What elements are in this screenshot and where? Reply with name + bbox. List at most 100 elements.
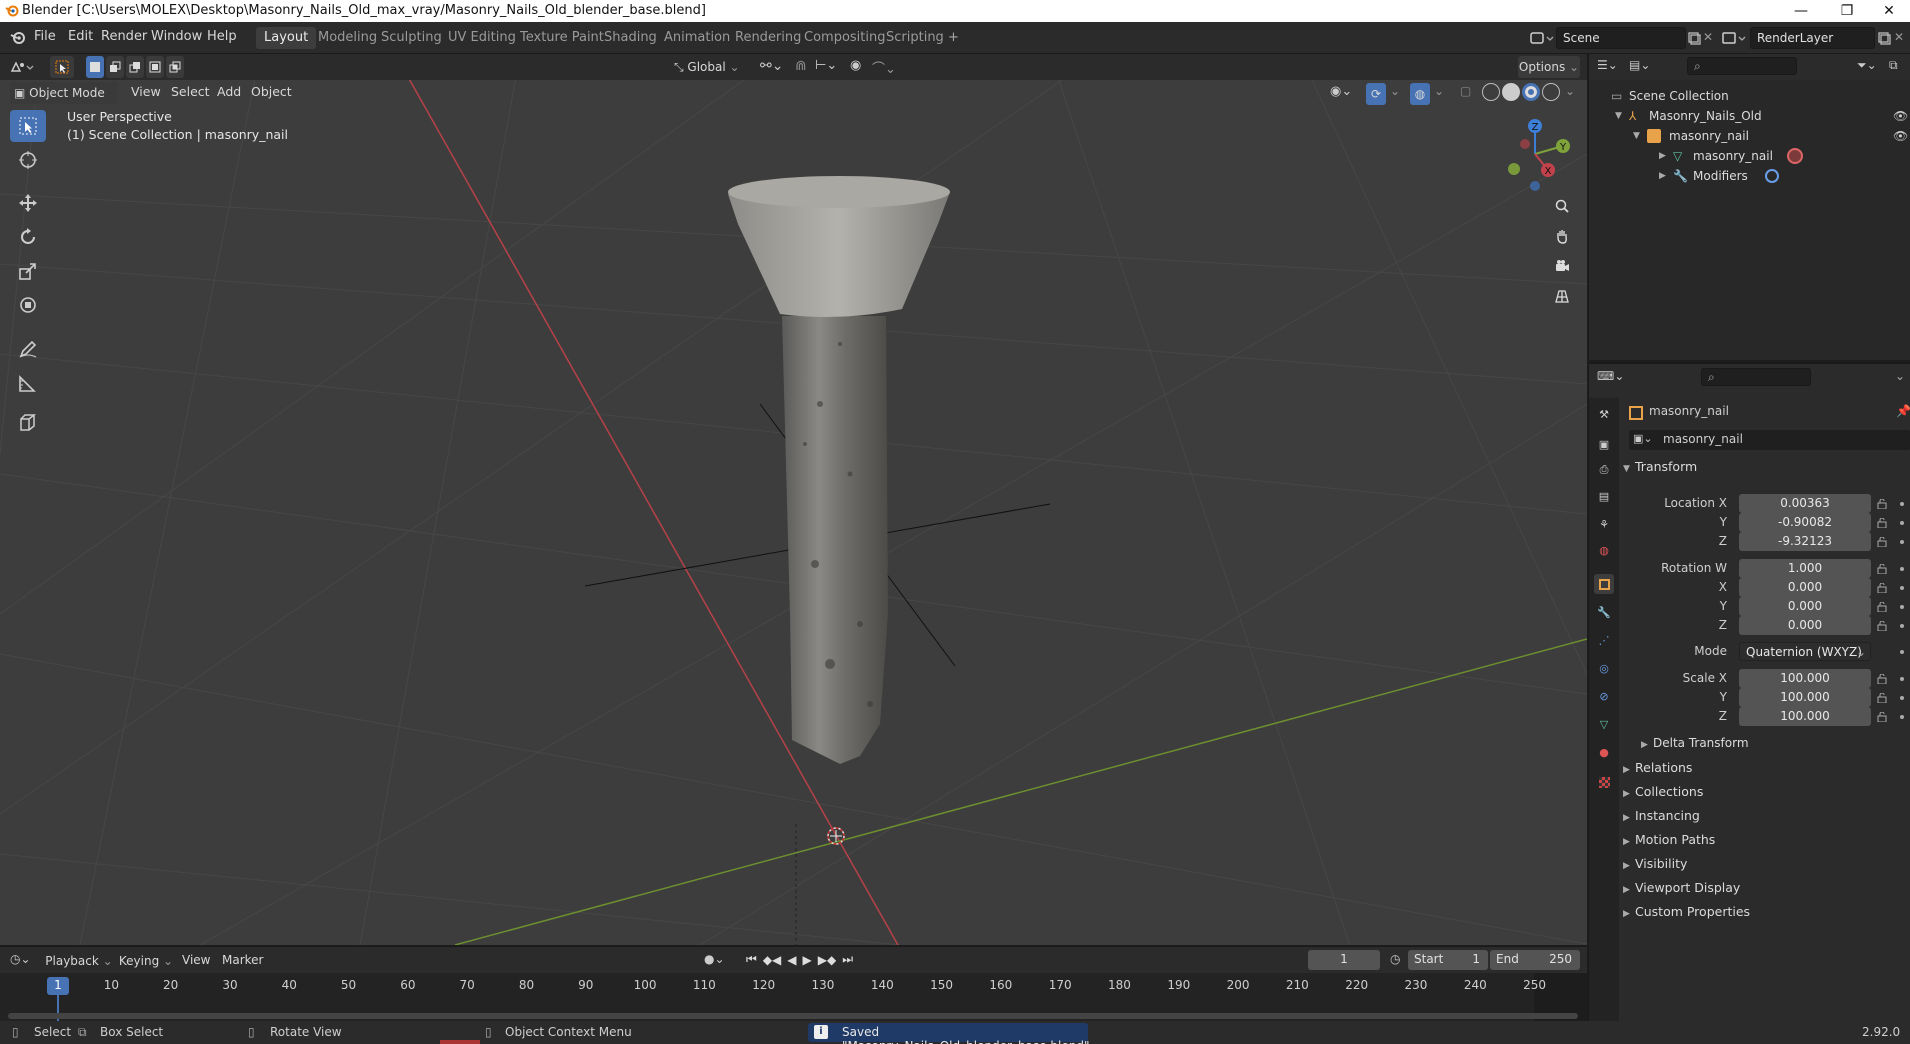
tab-shading[interactable]: Shading: [596, 27, 665, 49]
current-frame-field[interactable]: 1: [1308, 950, 1380, 970]
tab-particles[interactable]: ⋰: [1594, 630, 1614, 650]
record-icon[interactable]: ●⌄: [704, 952, 725, 966]
lock-icon[interactable]: [1877, 517, 1887, 529]
delta-transform-section[interactable]: ▶ Delta Transform: [1641, 736, 1749, 750]
viewlayer-name-field[interactable]: RenderLayer: [1750, 27, 1875, 49]
close-button[interactable]: ✕: [1866, 0, 1910, 22]
collections-section[interactable]: ▶ Collections: [1623, 784, 1703, 799]
delete-scene-icon[interactable]: ✕: [1703, 30, 1713, 44]
timeline-view-menu[interactable]: View: [182, 953, 210, 971]
rotate-tool[interactable]: [10, 221, 46, 253]
select-tool-mode-button[interactable]: [50, 56, 74, 78]
cursor-tool[interactable]: [10, 144, 46, 176]
subtract-selection-button[interactable]: [126, 56, 144, 78]
select-box-tool[interactable]: [10, 110, 46, 142]
editor-type-icon[interactable]: [10, 59, 36, 75]
outliner-editor-type-icon[interactable]: ☰⌄: [1597, 58, 1618, 72]
expand-arrow-icon[interactable]: ▼: [1615, 106, 1622, 126]
restore-button[interactable]: ❐: [1824, 0, 1870, 22]
transform-tool[interactable]: [10, 289, 46, 321]
zoom-view-button[interactable]: [1548, 192, 1576, 220]
new-scene-icon[interactable]: [1687, 31, 1701, 45]
chevron-down-icon[interactable]: ⌄: [1895, 369, 1905, 383]
expand-arrow-icon[interactable]: ▼: [1633, 126, 1640, 146]
menu-view[interactable]: View: [131, 84, 161, 99]
object-name-field[interactable]: ▣⌄ masonry_nail: [1629, 430, 1910, 450]
eye-icon[interactable]: 👁: [1893, 106, 1908, 126]
keyframe-dot[interactable]: [1900, 696, 1904, 700]
menu-file[interactable]: File: [34, 29, 56, 44]
clock-icon[interactable]: ◷: [1390, 952, 1400, 966]
eye-icon[interactable]: 👁: [1893, 126, 1908, 146]
add-workspace-button[interactable]: +: [940, 27, 967, 49]
show-gizmo-button[interactable]: ⟳: [1366, 83, 1386, 105]
annotate-tool[interactable]: [10, 333, 46, 365]
outliner-row-modifiers[interactable]: ▶ 🔧 Modifiers: [1589, 166, 1910, 186]
timeline-marker-menu[interactable]: Marker: [222, 953, 263, 971]
lock-icon[interactable]: [1877, 673, 1887, 685]
filter-icon[interactable]: ⏷⌄: [1857, 58, 1877, 73]
rotation-y-field[interactable]: 0.000: [1739, 597, 1871, 616]
object-browse-icon[interactable]: ▣⌄: [1633, 432, 1653, 445]
properties-search-input[interactable]: ⌕: [1701, 368, 1811, 386]
lock-icon[interactable]: [1877, 620, 1887, 632]
solid-shading-icon[interactable]: [1502, 83, 1520, 101]
masonry-nail-mesh[interactable]: [720, 144, 960, 764]
chevron-down-icon[interactable]: ⌄: [1434, 84, 1444, 98]
outliner-row-mesh[interactable]: ▶ ▽ masonry_nail: [1589, 146, 1910, 166]
tab-animation[interactable]: Animation: [656, 27, 738, 49]
keyframe-dot[interactable]: [1900, 586, 1904, 590]
tab-modifiers[interactable]: 🔧: [1594, 602, 1614, 622]
menu-window[interactable]: Window: [151, 29, 202, 44]
tab-sculpting[interactable]: Sculpting: [373, 27, 450, 49]
motion-paths-section[interactable]: ▶ Motion Paths: [1623, 832, 1715, 847]
timeline-scrollbar[interactable]: [8, 1013, 1578, 1019]
location-x-field[interactable]: 0.00363: [1739, 494, 1871, 513]
object-origin-cursor[interactable]: [824, 824, 848, 848]
lock-icon[interactable]: [1877, 601, 1887, 613]
tab-view-layer[interactable]: ▤: [1594, 486, 1614, 506]
start-frame-field[interactable]: Start 1: [1408, 950, 1488, 970]
chevron-down-icon[interactable]: ⌄: [1565, 84, 1575, 98]
proportional-edit-icon[interactable]: ◉: [850, 58, 861, 73]
display-mode-icon[interactable]: ▤⌄: [1629, 58, 1650, 72]
scale-x-field[interactable]: 100.000: [1739, 669, 1871, 688]
material-preview-shading-icon[interactable]: [1522, 83, 1540, 101]
rotation-x-field[interactable]: 0.000: [1739, 578, 1871, 597]
playback-menu[interactable]: Playback ⌄: [44, 950, 114, 972]
snap-target-icon[interactable]: ⊢⌄: [815, 58, 837, 73]
play-reverse-icon[interactable]: ◀: [787, 953, 796, 967]
scale-tool[interactable]: [10, 255, 46, 287]
transform-section-header[interactable]: ▼ Transform: [1623, 459, 1697, 474]
keyframe-dot[interactable]: [1900, 624, 1904, 628]
falloff-icon[interactable]: ⌒⌄: [872, 58, 896, 77]
keying-menu[interactable]: Keying ⌄: [118, 950, 174, 972]
tab-data[interactable]: ▽: [1594, 714, 1614, 734]
rotation-w-field[interactable]: 1.000: [1739, 559, 1871, 578]
delete-viewlayer-icon[interactable]: ✕: [1894, 30, 1904, 44]
menu-edit[interactable]: Edit: [68, 29, 93, 44]
new-viewlayer-icon[interactable]: [1877, 31, 1891, 45]
intersect-selection-button[interactable]: [166, 56, 184, 78]
expand-arrow-icon[interactable]: ▶: [1659, 146, 1666, 166]
viewport-display-section[interactable]: ▶ Viewport Display: [1623, 880, 1740, 895]
outliner-search-input[interactable]: ⌕: [1687, 57, 1797, 75]
navigation-gizmo[interactable]: Z Y X: [1495, 114, 1575, 194]
viewlayer-selector-icon[interactable]: [1722, 30, 1748, 46]
camera-view-button[interactable]: [1548, 252, 1576, 280]
keyframe-dot[interactable]: [1900, 521, 1904, 525]
play-icon[interactable]: ▶: [803, 953, 812, 967]
tab-constraints[interactable]: ⊘: [1594, 686, 1614, 706]
lock-icon[interactable]: [1877, 582, 1887, 594]
jump-end-icon[interactable]: ⏭: [842, 952, 853, 967]
wireframe-shading-icon[interactable]: [1482, 83, 1500, 101]
rendered-shading-icon[interactable]: [1542, 83, 1560, 101]
invert-selection-button[interactable]: [146, 56, 164, 78]
next-keyframe-icon[interactable]: ▶◆: [818, 953, 836, 967]
keyframe-dot[interactable]: [1900, 567, 1904, 571]
tab-layout[interactable]: Layout: [256, 27, 317, 49]
measure-tool[interactable]: [10, 367, 46, 399]
outliner-row-scene-collection[interactable]: ▭ Scene Collection: [1589, 86, 1910, 106]
outliner-row-object[interactable]: ▼ masonry_nail 👁: [1589, 126, 1910, 146]
keyframe-dot[interactable]: [1900, 650, 1904, 654]
